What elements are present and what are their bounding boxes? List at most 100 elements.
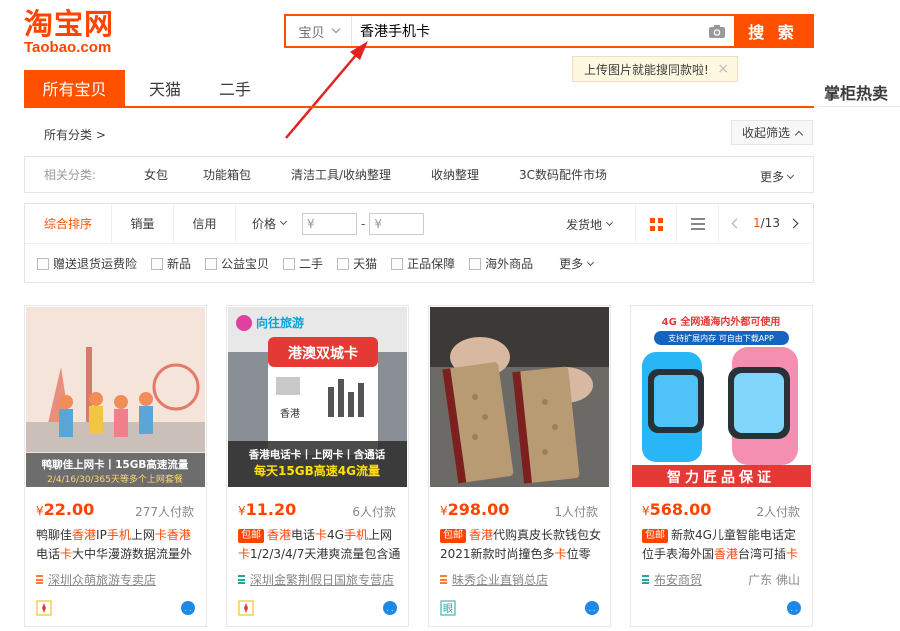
shop-link[interactable]: 昧秀企业直销总店: [440, 571, 548, 588]
shop-location: 广东 佛山: [748, 573, 800, 587]
product-title[interactable]: 鸭聊佳香港IP手机上网卡香港电话卡大中华漫游数据流量外: [36, 526, 199, 564]
breadcrumb[interactable]: 所有分类 >: [44, 126, 106, 143]
product-image[interactable]: 4G 全网通海内外都可使用 支持扩展内存 可自由下载APP 智力匠品保证: [632, 307, 811, 487]
filter-label: 赠送退货运费险: [53, 257, 138, 271]
search-tabs: 所有宝贝 天猫 二手: [24, 70, 814, 108]
search-type-select[interactable]: 宝贝: [286, 16, 352, 46]
chevron-left-icon[interactable]: [731, 218, 742, 229]
product-card[interactable]: 向往旅游 港澳双城卡 香港 香港电话卡丨上网卡丨含通话 每天15GB高速4G流量…: [226, 305, 409, 627]
checkbox-box: [283, 257, 296, 270]
title-segment: 香港: [714, 547, 739, 561]
related-more-button[interactable]: 更多: [760, 168, 795, 185]
sort-price[interactable]: 价格: [236, 204, 302, 244]
product-image[interactable]: 鸭聊佳上网卡丨15GB高速流量 2/4/16/30/365天等多个上网套餐: [26, 307, 205, 487]
sort-row: 综合排序 销量 信用 价格 ¥ - ¥ 发货地 1/13: [25, 203, 813, 244]
title-segment: 位零: [566, 547, 591, 561]
product-title[interactable]: 包邮 香港电话卡4G手机上网卡1/2/3/4/7天港爽流量包含通: [238, 526, 401, 564]
price-dash: -: [361, 216, 366, 231]
camera-icon[interactable]: [700, 16, 734, 46]
product-card[interactable]: 鸭聊佳上网卡丨15GB高速流量 2/4/16/30/365天等多个上网套餐 ¥2…: [24, 305, 207, 627]
price-min-input[interactable]: ¥: [302, 212, 357, 235]
sold-count: 2人付款: [756, 505, 800, 519]
related-categories: 相关分类: 女包 功能箱包 清洁工具/收纳整理 收纳整理 3C数码配件市场 更多: [24, 156, 814, 193]
filter-checkbox[interactable]: 天猫: [337, 255, 377, 272]
product-price: ¥568.00: [642, 500, 711, 519]
tab-all-items[interactable]: 所有宝贝: [24, 70, 125, 106]
category-link[interactable]: 功能箱包: [203, 166, 291, 183]
product-price: ¥22.00: [36, 500, 94, 519]
logo-text-cn: 淘宝网: [24, 7, 115, 41]
currency-symbol: ¥: [36, 504, 44, 518]
title-segment: 电话: [291, 528, 316, 542]
wangwang-chat-icon[interactable]: . .: [584, 600, 600, 616]
filter-checkbox[interactable]: 新品: [151, 255, 191, 272]
medal-icon: [238, 600, 254, 616]
filter-checkbox[interactable]: 正品保障: [391, 255, 455, 272]
wangwang-chat-icon[interactable]: . .: [180, 600, 196, 616]
grid-view-icon[interactable]: [635, 204, 677, 244]
checkbox-box: [337, 257, 350, 270]
side-hot-sale-title: 掌柜热卖: [824, 84, 889, 103]
ship-from-label: 发货地: [566, 217, 603, 232]
filter-checkbox[interactable]: 公益宝贝: [205, 255, 269, 272]
search-input[interactable]: [352, 16, 700, 46]
svg-text:. .: . .: [185, 605, 192, 613]
title-segment: 4G: [327, 528, 344, 542]
product-card[interactable]: ¥298.00 1人付款 包邮 香港代购真皮长款钱包女2021新款时尚撞色多卡位零…: [428, 305, 611, 627]
logo-text-en: Taobao.com: [24, 39, 112, 56]
filter-checkbox[interactable]: 二手: [283, 255, 323, 272]
tab-second-hand[interactable]: 二手: [205, 70, 265, 106]
shop-link[interactable]: 深圳金繁荆假日国旅专营店: [238, 571, 394, 588]
shop-name: 布安商贸: [654, 573, 703, 587]
collapse-filter-button[interactable]: 收起筛选: [731, 120, 813, 145]
sort-default[interactable]: 综合排序: [25, 203, 112, 244]
title-segment: 上网: [130, 528, 155, 542]
shop-link[interactable]: 深圳众萌旅游专卖店: [36, 571, 156, 588]
price-max-input[interactable]: ¥: [369, 212, 425, 235]
currency-symbol: ¥: [238, 504, 246, 518]
filter-checkbox[interactable]: 海外商品: [469, 255, 533, 272]
title-segment: 卡: [154, 528, 167, 542]
chevron-right-icon[interactable]: [788, 218, 799, 229]
title-segment: 卡: [238, 547, 251, 561]
price-value: 11.20: [245, 500, 297, 519]
product-title[interactable]: 包邮 香港代购真皮长款钱包女2021新款时尚撞色多卡位零: [440, 526, 603, 564]
medal-icon: [36, 600, 52, 616]
list-view-icon[interactable]: [677, 204, 719, 244]
product-title[interactable]: 包邮 新款4G儿童智能电话定位手表海外国香港台湾可插卡: [642, 526, 805, 564]
taobao-logo[interactable]: 淘宝网 Taobao.com: [24, 8, 144, 58]
wangwang-chat-icon[interactable]: . .: [382, 600, 398, 616]
title-segment: 1/2/3/4/7天港爽流量包含通: [250, 547, 401, 561]
shop-name: 深圳众萌旅游专卖店: [48, 573, 157, 587]
shop-link[interactable]: 布安商贸: [642, 571, 702, 588]
product-image[interactable]: 向往旅游 港澳双城卡 香港 香港电话卡丨上网卡丨含通话 每天15GB高速4G流量: [228, 307, 407, 487]
image-banner-text: 2/4/16/30/365天等多个上网套餐: [47, 473, 183, 485]
sold-count: 277人付款: [135, 505, 194, 519]
sort-credit[interactable]: 信用: [174, 203, 236, 244]
category-link[interactable]: 清洁工具/收纳整理: [291, 166, 431, 183]
shop-icon: [642, 575, 649, 584]
search-button[interactable]: 搜 索: [734, 16, 812, 46]
svg-text:. .: . .: [387, 605, 394, 613]
shop-name: 昧秀企业直销总店: [452, 573, 549, 587]
checkbox-box: [151, 257, 164, 270]
category-link[interactable]: 女包: [144, 166, 203, 183]
image-top-text: 4G 全网通海内外都可使用: [662, 315, 781, 328]
filter-checkbox[interactable]: 赠送退货运费险: [37, 255, 137, 272]
product-card[interactable]: 4G 全网通海内外都可使用 支持扩展内存 可自由下载APP 智力匠品保证 ¥56…: [630, 305, 813, 627]
ship-from-select[interactable]: 发货地: [566, 204, 614, 244]
title-segment: 鸭聊佳: [36, 528, 73, 542]
chevron-down-icon: [279, 217, 288, 226]
product-image[interactable]: [430, 307, 609, 487]
filter-more-button[interactable]: 更多: [559, 255, 595, 272]
filter-label: 新品: [167, 257, 192, 271]
currency-symbol: ¥: [642, 504, 650, 518]
title-segment: IP: [96, 528, 107, 542]
tab-tmall[interactable]: 天猫: [125, 70, 205, 106]
sort-sales[interactable]: 销量: [112, 203, 174, 244]
wangwang-chat-icon[interactable]: . .: [786, 600, 802, 616]
category-link[interactable]: 3C数码配件市场: [519, 166, 607, 183]
title-segment: 电话: [36, 547, 61, 561]
price-value: 22.00: [43, 500, 95, 519]
category-link[interactable]: 收纳整理: [431, 166, 519, 183]
